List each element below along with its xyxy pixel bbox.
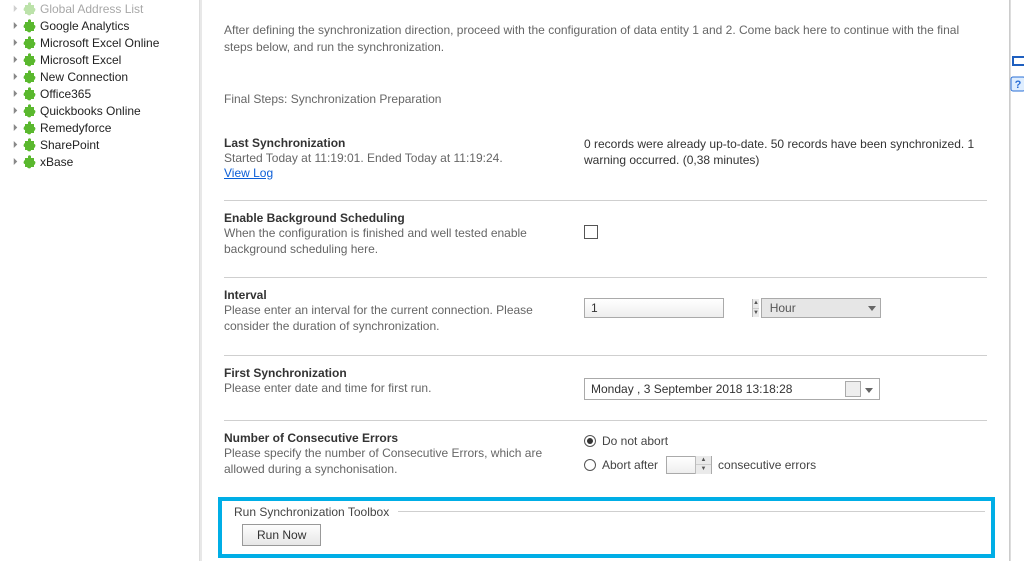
abort-after-input[interactable]: [667, 456, 695, 474]
last-sync-title: Last Synchronization: [224, 136, 345, 150]
sidebar-item[interactable]: Global Address List: [4, 0, 195, 17]
arrow-down-icon[interactable]: ▼: [753, 309, 759, 318]
sidebar-item[interactable]: Quickbooks Online: [4, 102, 195, 119]
arrow-down-icon[interactable]: ▼: [696, 465, 711, 474]
run-toolbox-title: Run Synchronization Toolbox: [228, 505, 389, 519]
intro-text: After defining the synchronization direc…: [224, 22, 987, 56]
sidebar: Global Address List Google Analytics Mic…: [0, 0, 200, 561]
svg-text:?: ?: [1015, 79, 1022, 91]
radio-abort-after[interactable]: [584, 459, 596, 471]
run-toolbox-highlight: Run Synchronization Toolbox Run Now: [218, 497, 995, 558]
chevron-right-icon: [10, 106, 20, 116]
puzzle-icon: [22, 121, 36, 135]
view-log-link[interactable]: View Log: [224, 166, 273, 180]
puzzle-icon: [22, 138, 36, 152]
sidebar-item[interactable]: Office365: [4, 85, 195, 102]
divider: [398, 511, 985, 512]
sidebar-item-label: Office365: [40, 87, 91, 101]
scheduling-sub: When the configuration is finished and w…: [224, 225, 568, 257]
calendar-icon[interactable]: [845, 381, 861, 397]
arrow-up-icon[interactable]: ▲: [753, 299, 759, 309]
main-content: After defining the synchronization direc…: [200, 0, 1010, 561]
interval-sub: Please enter an interval for the current…: [224, 302, 568, 334]
arrow-up-icon[interactable]: ▲: [696, 456, 711, 466]
puzzle-icon: [22, 70, 36, 84]
divider: [224, 420, 987, 421]
chevron-right-icon: [10, 157, 20, 167]
first-sync-datetime[interactable]: Monday , 3 September 2018 13:18:28: [584, 378, 880, 400]
sidebar-item-label: Quickbooks Online: [40, 104, 141, 118]
run-now-button[interactable]: Run Now: [242, 524, 321, 546]
last-sync-detail: Started Today at 11:19:01. Ended Today a…: [224, 150, 568, 166]
divider: [224, 277, 987, 278]
sidebar-item-label: xBase: [40, 155, 73, 169]
first-sync-title: First Synchronization: [224, 366, 347, 380]
last-sync-status: 0 records were already up-to-date. 50 re…: [584, 136, 987, 168]
scheduling-title: Enable Background Scheduling: [224, 211, 405, 225]
interval-title: Interval: [224, 288, 267, 302]
chevron-right-icon: [10, 38, 20, 48]
sidebar-item-label: Google Analytics: [40, 19, 129, 33]
puzzle-icon: [22, 2, 36, 16]
first-sync-sub: Please enter date and time for first run…: [224, 380, 568, 396]
abort-after-spinner[interactable]: ▲ ▼: [666, 456, 712, 474]
sidebar-item-label: Remedyforce: [40, 121, 111, 135]
chevron-right-icon: [10, 4, 20, 14]
radio-abort-after-suffix: consecutive errors: [718, 458, 816, 472]
interval-unit-combo[interactable]: Hour: [761, 298, 881, 318]
help-icon[interactable]: ?: [1010, 76, 1024, 92]
puzzle-icon: [22, 19, 36, 33]
scheduling-checkbox[interactable]: [584, 225, 598, 239]
sidebar-item[interactable]: Microsoft Excel: [4, 51, 195, 68]
sidebar-item[interactable]: New Connection: [4, 68, 195, 85]
radio-do-not-abort[interactable]: [584, 435, 596, 447]
chevron-down-icon: [864, 299, 880, 317]
interval-unit-label: Hour: [762, 301, 864, 315]
puzzle-icon: [22, 87, 36, 101]
panel-icon[interactable]: [1012, 56, 1024, 66]
sidebar-item[interactable]: Microsoft Excel Online: [4, 34, 195, 51]
puzzle-icon: [22, 155, 36, 169]
sidebar-item-label: New Connection: [40, 70, 128, 84]
divider: [224, 355, 987, 356]
divider: [224, 200, 987, 201]
radio-abort-after-label: Abort after: [602, 458, 658, 472]
first-sync-value: Monday , 3 September 2018 13:18:28: [591, 382, 845, 396]
sidebar-item[interactable]: SharePoint: [4, 136, 195, 153]
consecutive-sub: Please specify the number of Consecutive…: [224, 445, 568, 477]
chevron-down-icon[interactable]: [865, 382, 873, 396]
puzzle-icon: [22, 53, 36, 67]
sidebar-item-label: Microsoft Excel Online: [40, 36, 159, 50]
interval-spinner[interactable]: ▲ ▼: [584, 298, 724, 318]
sidebar-item-label: Global Address List: [40, 2, 143, 16]
sidebar-item-label: Microsoft Excel: [40, 53, 121, 67]
right-rail: ?: [1010, 0, 1024, 561]
chevron-right-icon: [10, 55, 20, 65]
sidebar-item[interactable]: xBase: [4, 153, 195, 170]
chevron-right-icon: [10, 72, 20, 82]
chevron-right-icon: [10, 89, 20, 99]
chevron-right-icon: [10, 140, 20, 150]
interval-input[interactable]: [585, 299, 752, 317]
sidebar-item[interactable]: Remedyforce: [4, 119, 195, 136]
spinner-buttons[interactable]: ▲ ▼: [695, 456, 711, 474]
chevron-right-icon: [10, 21, 20, 31]
consecutive-title: Number of Consecutive Errors: [224, 431, 398, 445]
final-steps-title: Final Steps: Synchronization Preparation: [224, 92, 987, 106]
puzzle-icon: [22, 36, 36, 50]
spinner-buttons[interactable]: ▲ ▼: [752, 299, 759, 317]
puzzle-icon: [22, 104, 36, 118]
sidebar-item[interactable]: Google Analytics: [4, 17, 195, 34]
sidebar-item-label: SharePoint: [40, 138, 99, 152]
radio-do-not-abort-label: Do not abort: [602, 434, 668, 448]
chevron-right-icon: [10, 123, 20, 133]
